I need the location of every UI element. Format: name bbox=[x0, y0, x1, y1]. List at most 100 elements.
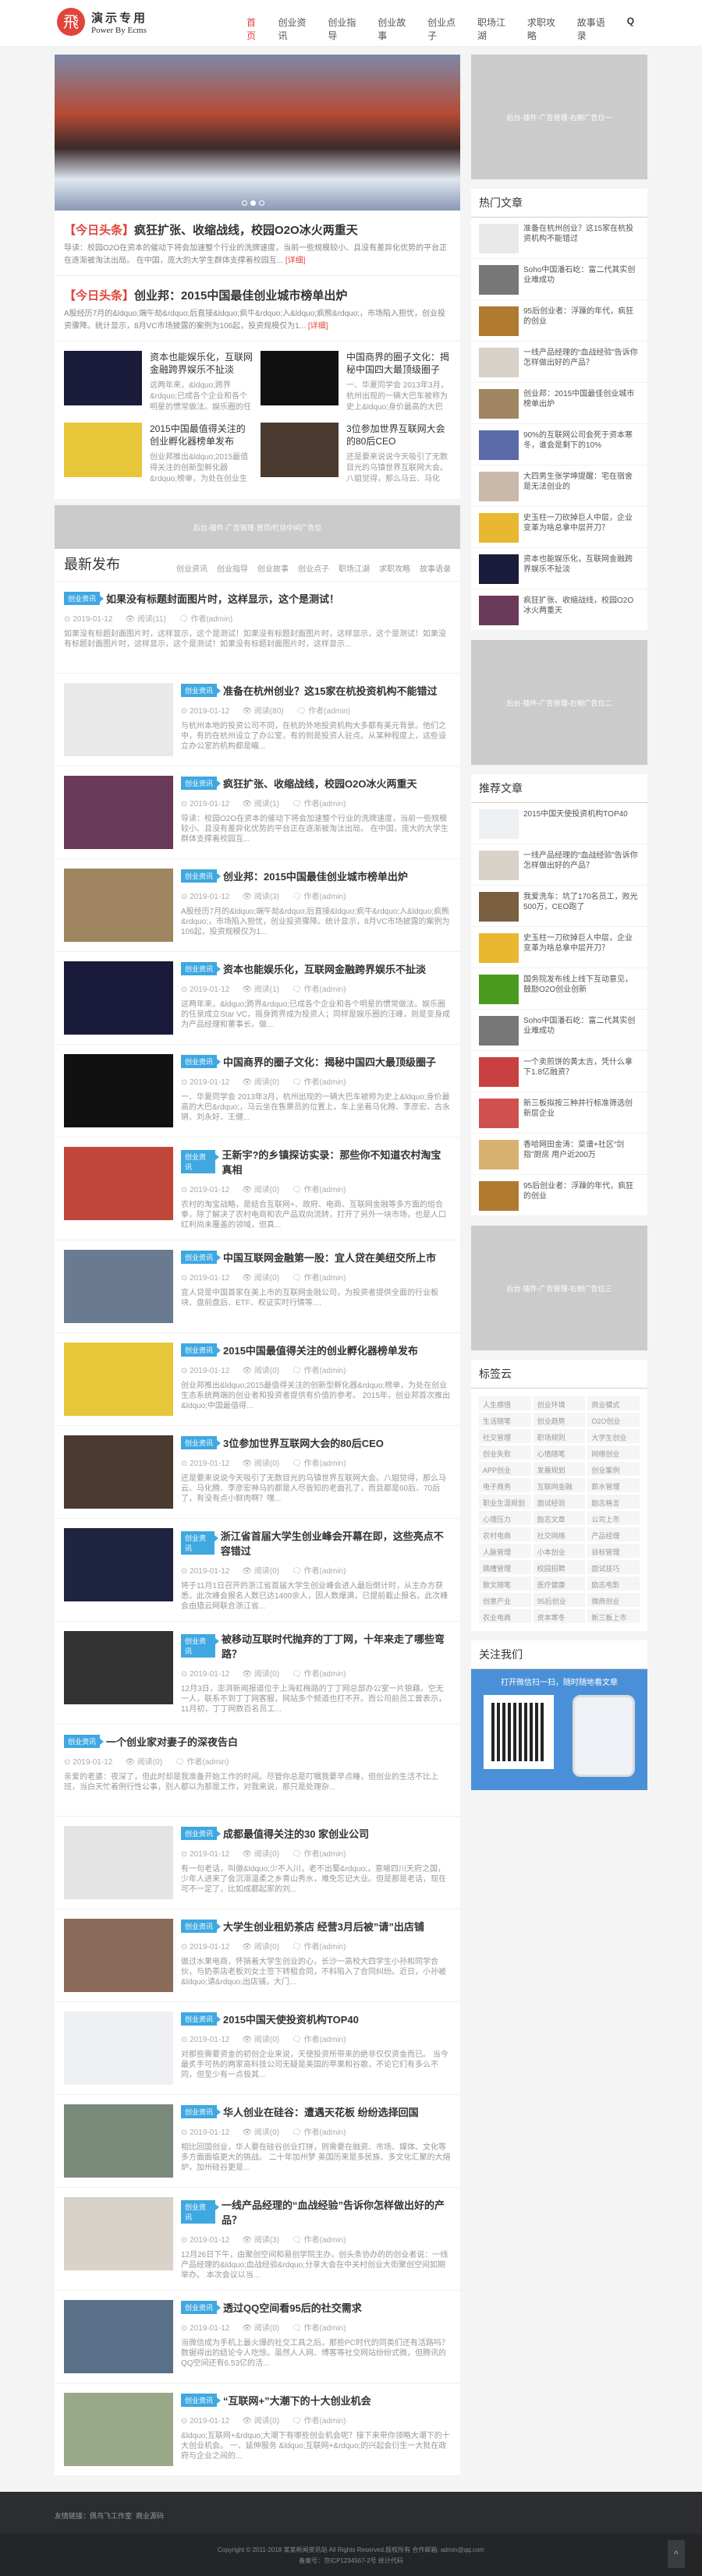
sidebar-article-title[interactable]: 国务院发布线上线下互动意见，鼓励O2O创业创新 bbox=[523, 975, 640, 1003]
thumbnail[interactable] bbox=[479, 430, 519, 460]
tag-link[interactable]: 创业环境 bbox=[533, 1396, 586, 1410]
article-title[interactable]: 透过QQ空间看95后的社交需求 bbox=[223, 2300, 362, 2315]
tag-link[interactable]: 目标管理 bbox=[587, 1544, 640, 1558]
tag-link[interactable]: 资本寒冬 bbox=[533, 1609, 586, 1623]
article-title[interactable]: 成都最值得关注的30 家创业公司 bbox=[223, 1826, 369, 1841]
headline-title[interactable]: 【今日头条】创业邦：2015中国最佳创业城市榜单出炉 bbox=[64, 287, 451, 303]
thumbnail[interactable] bbox=[64, 2197, 173, 2270]
category-badge[interactable]: 创业资讯 bbox=[181, 2301, 222, 2314]
nav-item[interactable]: 职场江湖 bbox=[477, 16, 514, 42]
thumbnail[interactable] bbox=[479, 306, 519, 336]
tag-link[interactable]: 大学生创业 bbox=[587, 1429, 640, 1443]
tag-link[interactable]: 网络创业 bbox=[587, 1445, 640, 1460]
tag-link[interactable]: 跳槽管理 bbox=[479, 1560, 531, 1574]
nav-item[interactable]: 创业点子 bbox=[427, 16, 464, 42]
article-title[interactable]: 疯狂扩张、收缩战线，校园O2O冰火两重天 bbox=[223, 776, 417, 791]
headline-text[interactable]: 创业邦：2015中国最佳创业城市榜单出炉 bbox=[134, 289, 347, 303]
article-title[interactable]: 一线产品经理的“血战经验”告诉你怎样做出好的产品？ bbox=[222, 2197, 451, 2227]
site-logo[interactable]: 飛 演示专用 Power By Ecms bbox=[57, 8, 147, 36]
featured-title[interactable]: 3位参加世界互联网大会的80后CEO bbox=[346, 423, 451, 448]
thumbnail[interactable] bbox=[479, 1099, 519, 1128]
nav-item[interactable]: 求职攻略 bbox=[527, 16, 564, 42]
tag-link[interactable]: 产品经理 bbox=[587, 1527, 640, 1541]
sidebar-article-title[interactable]: 95后创业者：浮躁的年代，疯狂的创业 bbox=[523, 1181, 640, 1209]
tag-link[interactable]: 面试技巧 bbox=[587, 1560, 640, 1574]
thumbnail[interactable] bbox=[64, 2393, 173, 2466]
article-title[interactable]: 创业邦：2015中国最佳创业城市榜单出炉 bbox=[223, 869, 408, 883]
sidebar-article[interactable]: 90%的互联网公司会死于资本寒冬，谁会是剩下的10% bbox=[471, 424, 647, 465]
tag-link[interactable]: 创意产业 bbox=[479, 1593, 531, 1607]
tag-link[interactable]: 职场规则 bbox=[533, 1429, 586, 1443]
category-tab[interactable]: 故事语录 bbox=[420, 565, 451, 574]
article-title[interactable]: 2015中国天使投资机构TOP40 bbox=[223, 2012, 359, 2026]
article-title[interactable]: 如果没有标题封面图片时，这样显示，这个是测试！ bbox=[106, 591, 339, 606]
thumbnail[interactable] bbox=[64, 2104, 173, 2178]
sidebar-article-title[interactable]: 疯狂扩张、收缩战线，校园O2O冰火两重天 bbox=[523, 596, 640, 624]
sidebar-article-title[interactable]: 我爱洗车：坑了170名员工，败光500万，CEO跑了 bbox=[523, 892, 640, 920]
slider-dot[interactable] bbox=[250, 200, 256, 206]
thumbnail[interactable] bbox=[479, 975, 519, 1004]
thumbnail[interactable] bbox=[64, 1435, 173, 1509]
sidebar-article[interactable]: 大四男生张学坤提醒：宅在宿舍是无法创业的 bbox=[471, 465, 647, 507]
tag-link[interactable]: 医疗健康 bbox=[533, 1576, 586, 1591]
sidebar-article-title[interactable]: 2015中国天使投资机构TOP40 bbox=[523, 809, 628, 837]
category-badge[interactable]: 创业资讯 bbox=[181, 777, 222, 790]
headline-text[interactable]: 疯狂扩张、收缩战线，校园O2O冰火两重天 bbox=[134, 224, 358, 237]
featured-item[interactable]: 中国商界的圈子文化：揭秘中国四大最顶级圈子 一、华夏同学会 2013年3月，杭州出… bbox=[261, 351, 451, 413]
tag-link[interactable]: 励志电影 bbox=[587, 1576, 640, 1591]
sidebar-article[interactable]: 准备在杭州创业？这15家在杭投资机构不能错过 bbox=[471, 218, 647, 259]
sidebar-article[interactable]: 一线产品经理的“血战经验”告诉你怎样做出好的产品？ bbox=[471, 844, 647, 886]
thumbnail[interactable] bbox=[479, 554, 519, 584]
category-badge[interactable]: 创业资讯 bbox=[181, 869, 222, 883]
sidebar-article[interactable]: 一个卖煎饼的黄太吉，凭什么拿下1.8亿融资？ bbox=[471, 1051, 647, 1092]
tag-link[interactable]: 创业案例 bbox=[587, 1462, 640, 1476]
tag-link[interactable]: 励志格言 bbox=[587, 1495, 640, 1509]
sidebar-article-title[interactable]: 大四男生张学坤提醒：宅在宿舍是无法创业的 bbox=[523, 472, 640, 500]
thumbnail[interactable] bbox=[64, 1631, 173, 1704]
article-title[interactable]: 中国商界的圈子文化：揭秘中国四大最顶级圈子 bbox=[223, 1054, 436, 1069]
sidebar-article[interactable]: 我爱洗车：坑了170名员工，败光500万，CEO跑了 bbox=[471, 886, 647, 927]
tag-link[interactable]: 电子商务 bbox=[479, 1478, 531, 1492]
sidebar-article-title[interactable]: Soho中国潘石屹：富二代其实创业难成功 bbox=[523, 265, 640, 293]
featured-title[interactable]: 资本也能娱乐化，互联网金融跨界娱乐不扯淡 bbox=[150, 351, 254, 376]
article-title[interactable]: 王新宇?的乡镇探访实录：那些你不知道农村淘宝真相 bbox=[222, 1147, 451, 1177]
article-title[interactable]: 中国互联网金融第一股：宜人贷在美纽交所上市 bbox=[223, 1250, 436, 1265]
friend-link[interactable]: 佩鸟飞工作室 bbox=[90, 2512, 132, 2520]
thumbnail[interactable] bbox=[479, 389, 519, 419]
category-badge[interactable]: 创业资讯 bbox=[181, 2394, 222, 2407]
nav-item[interactable]: 创业故事 bbox=[378, 16, 414, 42]
thumbnail[interactable] bbox=[64, 351, 142, 405]
featured-item[interactable]: 2015中国最值得关注的创业孵化器榜单发布 创业邦推出&ldquo;2015最值得… bbox=[64, 423, 254, 485]
thumbnail[interactable] bbox=[479, 596, 519, 625]
thumbnail[interactable] bbox=[64, 1343, 173, 1416]
sidebar-article-title[interactable]: 创业邦：2015中国最佳创业城市榜单出炉 bbox=[523, 389, 640, 417]
thumbnail[interactable] bbox=[261, 351, 339, 405]
article-title[interactable]: 浙江省首届大学生创业峰会开幕在即，这些亮点不容错过 bbox=[221, 1528, 451, 1558]
tag-link[interactable]: 人脉管理 bbox=[479, 1544, 531, 1558]
article-title[interactable]: 华人创业在硅谷：遭遇天花板 纷纷选择回国 bbox=[223, 2104, 419, 2119]
article-title[interactable]: 2015中国最值得关注的创业孵化器榜单发布 bbox=[223, 1343, 418, 1357]
category-badge[interactable]: 创业资讯 bbox=[181, 1150, 220, 1173]
ad-sidebar-1[interactable]: 后台-插件-广告管理-右侧广告位一 bbox=[471, 55, 647, 179]
sidebar-article-title[interactable]: 90%的互联网公司会死于资本寒冬，谁会是剩下的10% bbox=[523, 430, 640, 458]
article-title[interactable]: 被移动互联时代抛弃的丁丁网，十年来走了哪些弯路？ bbox=[222, 1631, 451, 1661]
sidebar-article[interactable]: Soho中国潘石屹：富二代其实创业难成功 bbox=[471, 1010, 647, 1051]
sidebar-article-title[interactable]: 新三板拟按三种并行标准筛选创新层企业 bbox=[523, 1099, 640, 1127]
category-badge[interactable]: 创业资讯 bbox=[181, 1251, 222, 1264]
thumbnail[interactable] bbox=[64, 1528, 173, 1601]
category-tab[interactable]: 创业指导 bbox=[217, 565, 248, 574]
category-badge[interactable]: 创业资讯 bbox=[64, 592, 105, 605]
article-title[interactable]: 一个创业家对妻子的深夜告白 bbox=[106, 1734, 238, 1749]
back-to-top-button[interactable]: ^ bbox=[668, 2540, 685, 2568]
tag-link[interactable]: 创业趋势 bbox=[533, 1413, 586, 1427]
tag-link[interactable]: 新三板上市 bbox=[587, 1609, 640, 1623]
thumbnail[interactable] bbox=[479, 513, 519, 543]
article-title[interactable]: 大学生创业租奶茶店 经营3月后被”请”出店铺 bbox=[223, 1919, 424, 1934]
sidebar-article[interactable]: 香哈网田金涛：菜谱+社区“剑指”厨房 用户近200万 bbox=[471, 1134, 647, 1175]
category-badge[interactable]: 创业资讯 bbox=[181, 1343, 222, 1357]
thumbnail[interactable] bbox=[479, 1016, 519, 1046]
sidebar-article-title[interactable]: 95后创业者：浮躁的年代，疯狂的创业 bbox=[523, 306, 640, 334]
tag-link[interactable]: 面试经验 bbox=[533, 1495, 586, 1509]
thumbnail[interactable] bbox=[479, 1181, 519, 1211]
thumbnail[interactable] bbox=[261, 423, 339, 477]
